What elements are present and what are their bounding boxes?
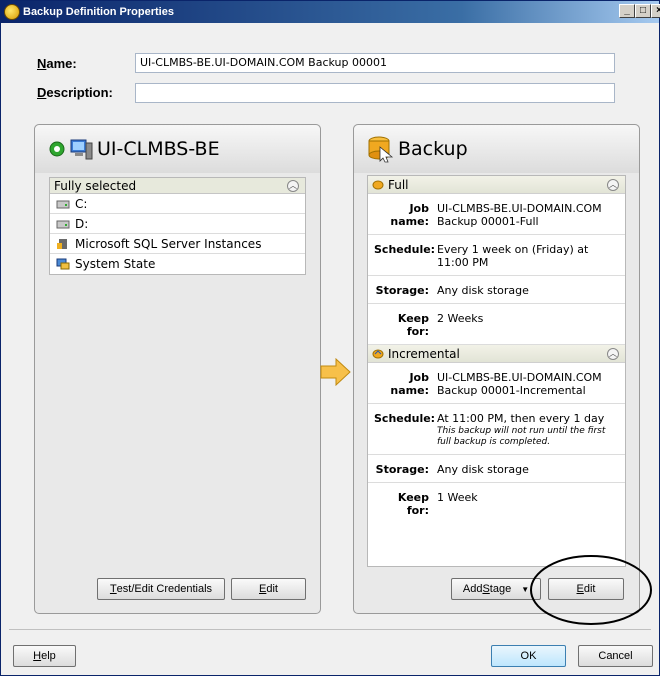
annotation-circle — [530, 555, 652, 625]
system-state-icon — [56, 258, 70, 270]
backup-definition-window: Backup Definition Properties _ □ × Name:… — [0, 0, 660, 676]
source-edit-button[interactable]: Edit — [231, 578, 306, 600]
backup-panel-title: Backup — [398, 138, 468, 160]
storage-row: Storage: Any disk storage — [368, 276, 625, 304]
flow-arrow-icon — [320, 358, 351, 386]
keep-for-value: 2 Weeks — [437, 312, 484, 325]
close-button[interactable]: × — [651, 4, 660, 18]
list-item-label: System State — [75, 257, 156, 271]
schedule-value: Every 1 week on (Friday) at 11:00 PM — [437, 243, 589, 269]
source-selection-panel: UI-CLMBS-BE Fully selected ︿ C: D: Micro… — [34, 124, 321, 614]
minimize-button[interactable]: _ — [619, 4, 635, 18]
list-item[interactable]: C: — [50, 194, 305, 214]
list-item[interactable]: D: — [50, 214, 305, 234]
job-name-value: UI-CLMBS-BE.UI-DOMAIN.COM Backup 00001-F… — [437, 202, 602, 228]
help-button[interactable]: Help — [13, 645, 76, 667]
storage-value: Any disk storage — [437, 284, 529, 297]
collapse-icon[interactable]: ︿ — [607, 179, 619, 191]
keep-for-key: Keep for: — [397, 491, 429, 517]
stage-name: Incremental — [388, 346, 460, 361]
storage-row: Storage: Any disk storage — [368, 455, 625, 483]
schedule-note: This backup will not run until the first… — [437, 426, 606, 447]
cancel-button[interactable]: Cancel — [578, 645, 653, 667]
drive-icon — [56, 220, 70, 228]
schedule-key: Schedule: — [374, 243, 436, 256]
keep-for-value: 1 Week — [437, 491, 478, 504]
incremental-backup-icon — [372, 349, 384, 358]
ok-button[interactable]: OK — [491, 645, 566, 667]
keep-for-key: Keep for: — [397, 312, 429, 338]
window-controls: _ □ × — [619, 4, 660, 18]
description-label: Description: — [37, 85, 113, 100]
schedule-row: Schedule: Every 1 week on (Friday) at 11… — [368, 235, 625, 276]
full-backup-icon — [372, 180, 384, 189]
storage-key: Storage: — [375, 463, 429, 476]
job-name-key: Job name: — [390, 202, 429, 228]
stage-name: Full — [388, 177, 409, 192]
drive-icon — [56, 200, 70, 208]
name-label: Name: — [37, 56, 77, 71]
job-name-key: Job name: — [390, 371, 429, 397]
list-item-label: D: — [75, 216, 89, 231]
list-item-label: Microsoft SQL Server Instances — [75, 236, 262, 251]
backup-stage-list: Full ︿ Job name: UI-CLMBS-BE.UI-DOMAIN.C… — [367, 175, 626, 567]
keep-for-row: Keep for: 2 Weeks — [368, 304, 625, 345]
job-name-row: Job name: UI-CLMBS-BE.UI-DOMAIN.COM Back… — [368, 363, 625, 404]
online-status-icon — [49, 141, 65, 157]
selection-status: Fully selected — [54, 178, 137, 193]
sql-server-icon — [57, 238, 67, 249]
backup-exec-app-icon — [4, 4, 20, 20]
description-input[interactable] — [135, 83, 615, 103]
job-name-value: UI-CLMBS-BE.UI-DOMAIN.COM Backup 00001-I… — [437, 371, 602, 397]
collapse-icon[interactable]: ︿ — [607, 348, 619, 360]
list-item[interactable]: System State — [50, 254, 305, 274]
selection-list-header[interactable]: Fully selected ︿ — [50, 178, 305, 194]
storage-value: Any disk storage — [437, 463, 529, 476]
keep-for-row: Keep for: 1 Week — [368, 483, 625, 523]
stage-header-incremental[interactable]: Incremental ︿ — [368, 345, 625, 363]
list-item-label: C: — [75, 196, 88, 211]
source-panel-header: UI-CLMBS-BE — [35, 125, 320, 173]
server-name: UI-CLMBS-BE — [97, 138, 220, 160]
server-computer-icon — [70, 139, 93, 160]
schedule-value-block: At 11:00 PM, then every 1 day This backu… — [437, 412, 621, 448]
window-title: Backup Definition Properties — [23, 6, 174, 18]
test-edit-credentials-button[interactable]: Test/Edit Credentials — [97, 578, 225, 600]
collapse-icon[interactable]: ︿ — [287, 180, 299, 192]
stage-header-full[interactable]: Full ︿ — [368, 176, 625, 194]
list-item[interactable]: Microsoft SQL Server Instances — [50, 234, 305, 254]
schedule-value: At 11:00 PM, then every 1 day — [437, 412, 605, 425]
schedule-key: Schedule: — [374, 412, 436, 425]
selection-list: Fully selected ︿ C: D: Microsoft SQL Ser… — [49, 177, 306, 275]
schedule-row: Schedule: At 11:00 PM, then every 1 day … — [368, 404, 625, 455]
backup-stages-panel: Backup Full ︿ Job name: UI-CLMBS-BE.UI-D… — [353, 124, 640, 614]
storage-key: Storage: — [375, 284, 429, 297]
job-name-row: Job name: UI-CLMBS-BE.UI-DOMAIN.COM Back… — [368, 194, 625, 235]
maximize-button[interactable]: □ — [635, 4, 651, 18]
title-bar[interactable]: Backup Definition Properties _ □ × — [1, 1, 660, 23]
backup-icon — [368, 136, 394, 163]
footer-separator — [9, 629, 651, 630]
backup-panel-header: Backup — [354, 125, 639, 173]
name-input[interactable]: UI-CLMBS-BE.UI-DOMAIN.COM Backup 00001 — [135, 53, 615, 73]
